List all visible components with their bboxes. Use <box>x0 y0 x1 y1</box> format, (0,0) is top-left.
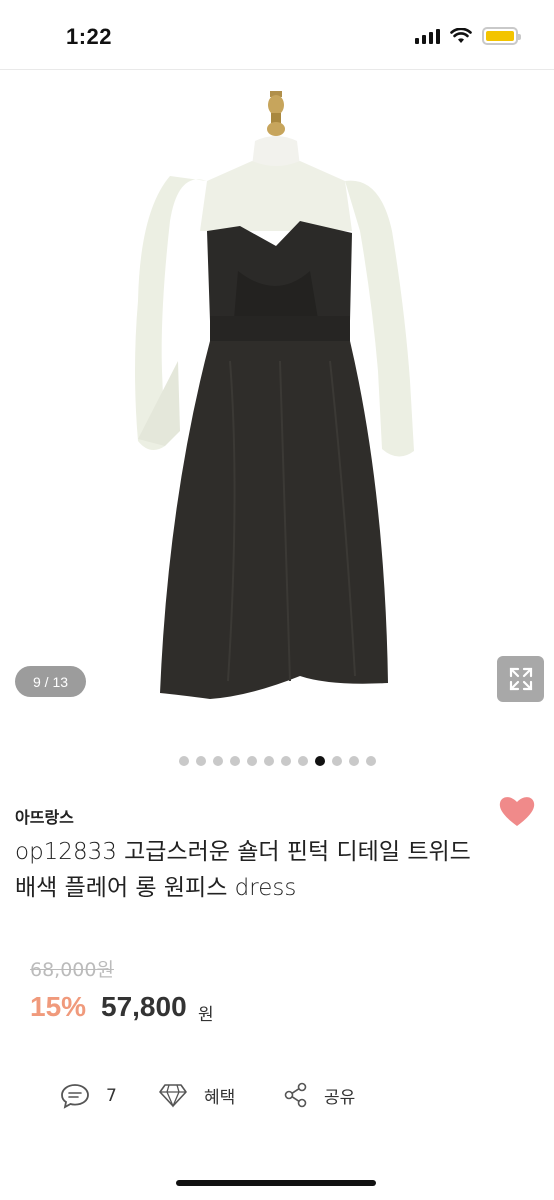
battery-icon <box>482 27 521 45</box>
action-bar: 7 혜택 공유 <box>0 1072 554 1122</box>
pagination-dot-active[interactable] <box>314 756 325 766</box>
pagination-dot[interactable] <box>280 756 291 766</box>
pagination-dot[interactable] <box>195 756 206 766</box>
heart-icon <box>499 797 535 826</box>
original-price: 68,000원 <box>30 959 114 981</box>
benefit-button[interactable]: 혜택 <box>158 1082 235 1108</box>
wifi-icon <box>450 28 472 43</box>
brand-name[interactable]: 아뜨랑스 <box>15 804 74 828</box>
pagination-dot[interactable] <box>263 756 274 766</box>
comment-icon <box>61 1084 89 1109</box>
diamond-icon <box>159 1084 187 1108</box>
discount-rate: 15% <box>30 991 87 1022</box>
share-label: 공유 <box>324 1087 356 1108</box>
image-counter: 9 / 13 <box>15 666 86 697</box>
expand-button[interactable] <box>497 656 544 702</box>
dress-photo <box>135 91 414 699</box>
pagination-dot[interactable] <box>229 756 240 766</box>
status-time: 1:22 <box>66 24 113 49</box>
product-title-line2: 배색 플레어 롱 원피스 dress <box>15 875 297 901</box>
pagination-dot[interactable] <box>212 756 223 766</box>
comments-count: 7 <box>106 1086 117 1106</box>
share-button[interactable]: 공유 <box>284 1082 355 1108</box>
product-title: op12833 고급스러운 숄더 핀턱 디테일 트위드 배색 플레어 롱 원피스… <box>15 834 535 906</box>
price-unit: 원 <box>198 1005 214 1025</box>
signal-icon <box>415 28 440 44</box>
battery-level <box>486 31 514 41</box>
product-image[interactable] <box>0 71 554 731</box>
product-title-line1: op12833 고급스러운 숄더 핀턱 디테일 트위드 <box>15 839 471 865</box>
share-icon <box>284 1082 307 1108</box>
pagination-dot[interactable] <box>365 756 376 766</box>
status-icons <box>415 27 521 45</box>
comments-button[interactable]: 7 <box>60 1082 117 1110</box>
pagination-dot[interactable] <box>348 756 359 766</box>
sale-price: 57,800 <box>101 991 187 1022</box>
pagination-dot[interactable] <box>246 756 257 766</box>
status-bar: 1:22 <box>0 0 554 70</box>
home-indicator[interactable] <box>176 1180 376 1186</box>
pagination-dot[interactable] <box>178 756 189 766</box>
expand-icon <box>509 667 532 691</box>
pagination-dot[interactable] <box>297 756 308 766</box>
wishlist-button[interactable] <box>498 794 536 828</box>
image-pagination[interactable] <box>0 756 554 766</box>
pagination-dot[interactable] <box>331 756 342 766</box>
benefit-label: 혜택 <box>204 1087 236 1108</box>
